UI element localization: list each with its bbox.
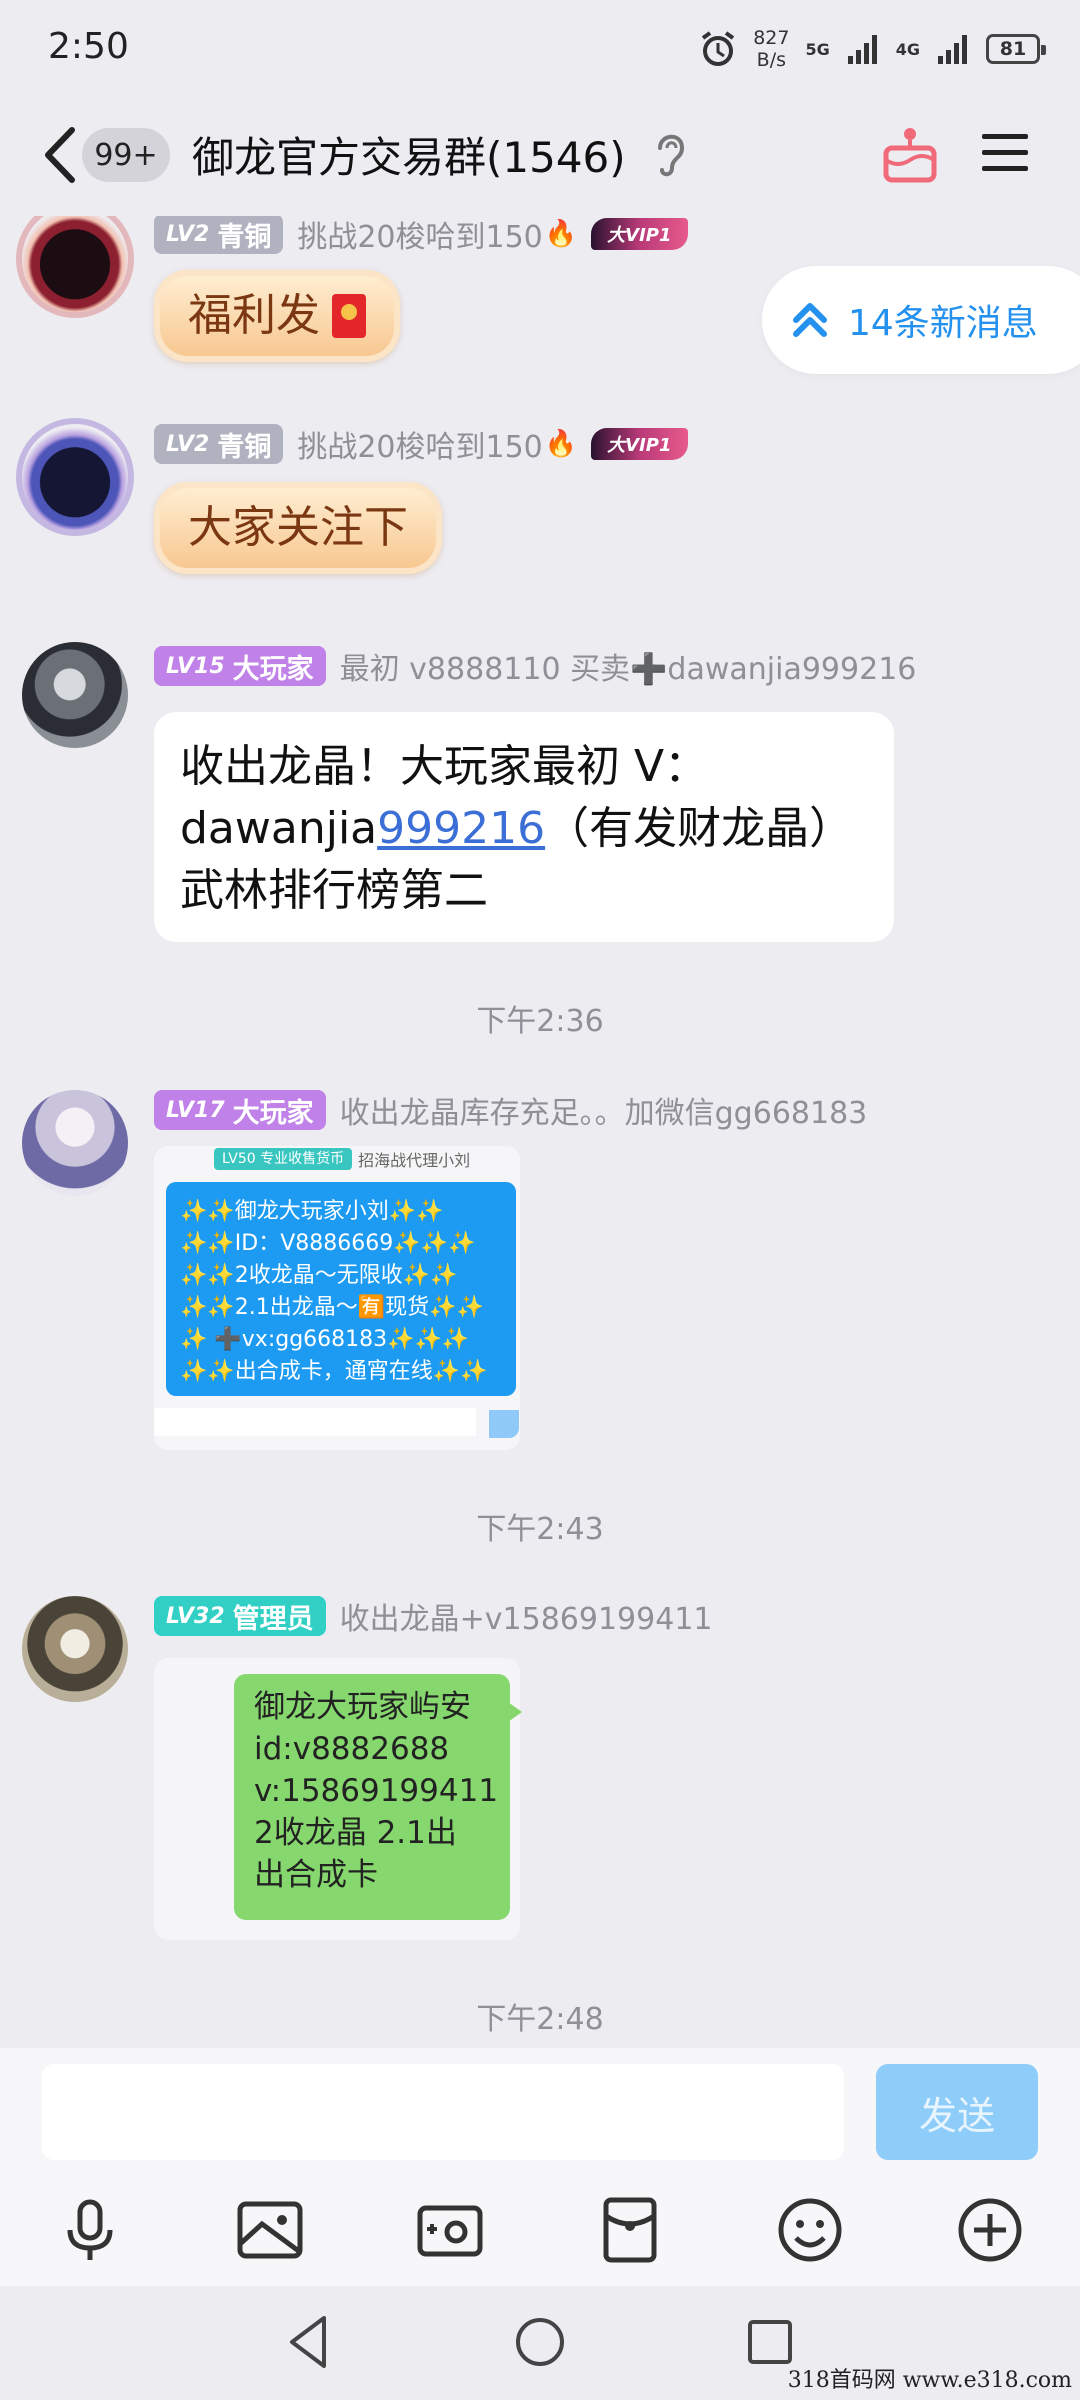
sender-nickname[interactable]: 挑战20梭哈到150 — [297, 422, 542, 466]
status-bar: 2:50 827 B/s 5G 4G 81 — [0, 0, 1080, 96]
status-icons: 827 B/s 5G 4G 81 — [699, 24, 1046, 74]
sender-meta: LV2 青铜 挑战20梭哈到150 🔥 大VIP1 — [154, 422, 688, 466]
signal-5g-label: 5G — [805, 39, 830, 59]
image-nickname: 招海战代理小刘 — [358, 1151, 471, 1170]
level-badge: LV15 大玩家 — [154, 646, 326, 686]
message-bubble[interactable]: 福利发 — [154, 270, 400, 362]
avatar[interactable] — [22, 1090, 128, 1196]
sender-nickname[interactable]: 最初 v8888110 买卖➕dawanjia999216 — [340, 644, 917, 688]
phone-link[interactable]: 999216 — [377, 803, 545, 854]
level-badge: LV32 管理员 — [154, 1596, 326, 1636]
image-message[interactable]: LV50 专业收售货币 招海战代理小刘 ✨✨御龙大玩家小刘✨✨ ✨✨ID：V88… — [154, 1146, 520, 1450]
sender-meta: LV17 大玩家 收出龙晶库存充足。。加微信gg668183 — [154, 1088, 868, 1132]
unread-count-badge[interactable]: 99+ — [82, 128, 170, 182]
add-plus-icon[interactable] — [954, 2194, 1026, 2266]
back-arrow-icon[interactable] — [34, 122, 84, 188]
avatar[interactable] — [22, 1596, 128, 1702]
image-level-badge: LV50 专业收售货币 — [214, 1148, 353, 1170]
avatar[interactable] — [22, 216, 128, 312]
vip-badge: 大VIP1 — [591, 218, 688, 250]
sender-meta: LV15 大玩家 最初 v8888110 买卖➕dawanjia999216 — [154, 644, 917, 688]
battery-indicator: 81 — [986, 34, 1046, 64]
avatar[interactable] — [22, 424, 128, 530]
fire-icon: 🔥 — [544, 429, 578, 459]
microphone-icon[interactable] — [54, 2194, 126, 2266]
level-badge: LV2 青铜 — [154, 216, 284, 254]
emoji-icon[interactable] — [774, 2194, 846, 2266]
sender-meta: LV32 管理员 收出龙晶+v15869199411 — [154, 1594, 713, 1638]
signal-bars-icon — [847, 35, 877, 64]
sender-meta: LV2 青铜 挑战20梭哈到150 🔥 大VIP1 — [154, 216, 688, 256]
image-blue-card: ✨✨御龙大玩家小刘✨✨ ✨✨ID：V8886669✨✨✨ ✨✨2收龙晶～无限收✨… — [166, 1182, 516, 1396]
image-green-card: 御龙大玩家屿安 id:v8882688 v:15869199411 2收龙晶 2… — [234, 1674, 522, 1920]
double-chevron-up-icon — [793, 303, 827, 337]
system-navigation-bar: 318首码网 www.e318.com — [0, 2286, 1080, 2400]
avatar[interactable] — [22, 642, 128, 748]
signal-bars-icon — [938, 35, 967, 64]
send-button[interactable]: 发送 — [876, 2064, 1038, 2160]
nav-home-icon[interactable] — [508, 2310, 572, 2374]
chat-header: 99+ 御龙官方交易群(1546) — [0, 96, 1080, 216]
menu-icon[interactable] — [980, 130, 1030, 176]
time-stamp: 下午2:48 — [476, 2002, 604, 2037]
image-message[interactable]: 御龙大玩家屿安 id:v8882688 v:15869199411 2收龙晶 2… — [154, 1658, 522, 1940]
new-messages-button[interactable]: 14条新消息 — [762, 266, 1080, 374]
nav-back-icon[interactable] — [278, 2310, 342, 2374]
ear-icon[interactable] — [650, 128, 690, 182]
net-speed: 827 B/s — [753, 27, 790, 71]
watermark-text: 318首码网 www.e318.com — [787, 2368, 1072, 2393]
level-badge: LV2 青铜 — [154, 424, 284, 464]
red-packet-icon[interactable] — [594, 2194, 666, 2266]
message-input-bar: 发送 — [0, 2048, 1080, 2286]
status-time: 2:50 — [48, 26, 129, 67]
level-badge: LV17 大玩家 — [154, 1090, 326, 1130]
birthday-cake-icon[interactable] — [880, 122, 940, 186]
camera-icon[interactable] — [414, 2194, 486, 2266]
fire-icon: 🔥 — [544, 219, 578, 249]
alarm-icon — [702, 31, 735, 66]
message-bubble[interactable]: 收出龙晶！大玩家最初 V： dawanjia999216（有发财龙晶） 武林排行… — [154, 712, 894, 942]
message-bubble[interactable]: 大家关注下 — [154, 482, 442, 574]
time-stamp: 下午2:36 — [476, 1004, 604, 1039]
message-input[interactable] — [42, 2064, 844, 2160]
vip-badge: 大VIP1 — [591, 428, 688, 460]
signal-4g-label: 4G — [895, 39, 920, 59]
sender-nickname[interactable]: 挑战20梭哈到150 — [297, 216, 542, 256]
chat-message-list[interactable]: LV2 青铜 挑战20梭哈到150 🔥 大VIP1 福利发 LV2 青铜 挑战20梭… — [0, 216, 1080, 2046]
sender-nickname[interactable]: 收出龙晶+v15869199411 — [340, 1594, 713, 1638]
image-picker-icon[interactable] — [234, 2194, 306, 2266]
sender-nickname[interactable]: 收出龙晶库存充足。。加微信gg668183 — [340, 1088, 868, 1132]
new-messages-label: 14条新消息 — [848, 303, 1038, 344]
red-envelope-icon — [332, 294, 366, 338]
time-stamp: 下午2:43 — [476, 1512, 604, 1547]
group-title[interactable]: 御龙官方交易群(1546) — [192, 124, 626, 185]
